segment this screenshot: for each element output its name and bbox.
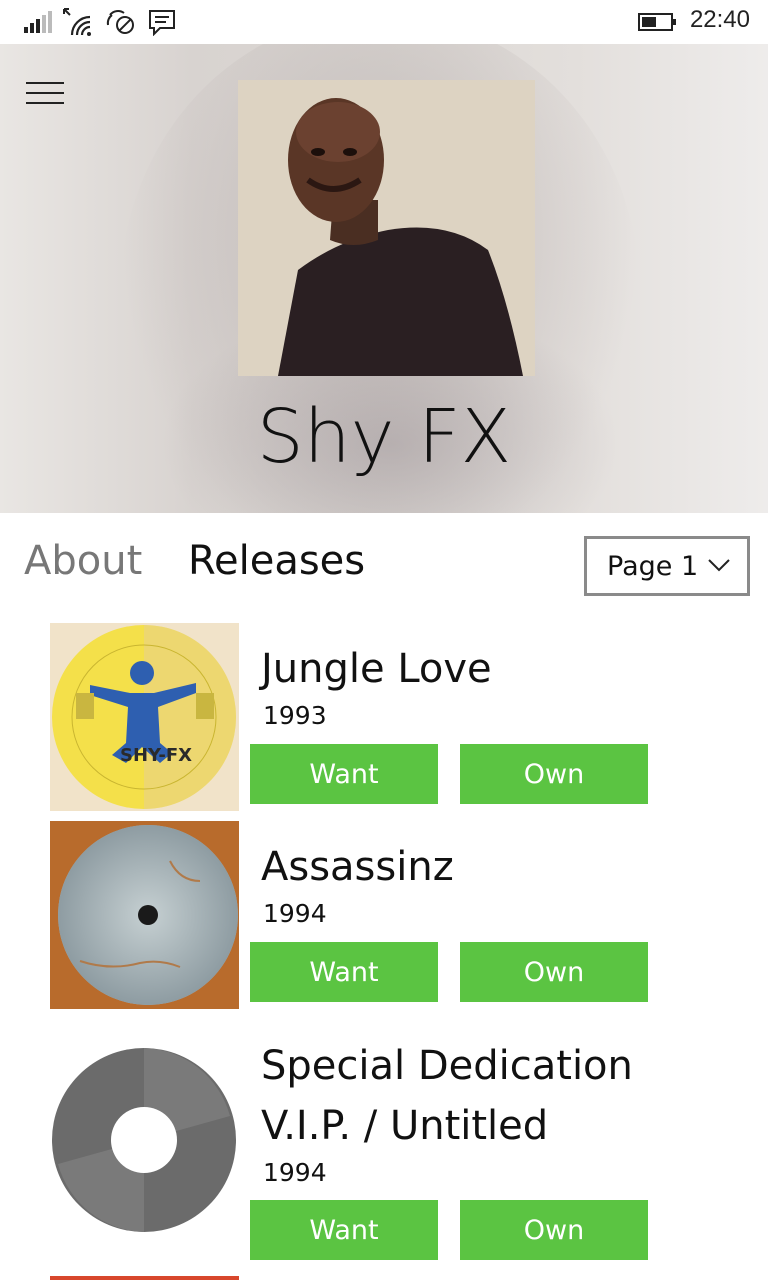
want-button[interactable]: Want xyxy=(250,1200,438,1260)
artist-name: Shy FX xyxy=(256,394,512,480)
page-dropdown-value: Page 1 xyxy=(607,551,699,582)
svg-text:SHY-FX: SHY-FX xyxy=(120,745,192,766)
release-title-line2: V.I.P. / Untitled xyxy=(261,1103,549,1149)
message-icon xyxy=(148,4,176,40)
next-release-cover xyxy=(50,1276,239,1280)
signal-icon xyxy=(24,4,52,40)
release-year: 1994 xyxy=(263,899,327,928)
release-title: Assassinz xyxy=(261,844,454,890)
release-year: 1994 xyxy=(263,1158,327,1187)
chevron-down-icon xyxy=(707,557,731,576)
battery-icon xyxy=(638,4,678,40)
status-bar: 22:40 xyxy=(0,0,768,44)
release-title: Jungle Love xyxy=(261,646,492,692)
hamburger-icon[interactable] xyxy=(26,80,66,108)
quiet-hours-icon xyxy=(106,4,136,40)
want-button[interactable]: Want xyxy=(250,744,438,804)
artist-header: Shy FX xyxy=(0,44,768,513)
release-cover xyxy=(50,821,239,1009)
own-button[interactable]: Own xyxy=(460,942,648,1002)
release-year: 1993 xyxy=(263,701,327,730)
want-button[interactable]: Want xyxy=(250,942,438,1002)
tab-releases[interactable]: Releases xyxy=(188,538,365,584)
artist-photo xyxy=(238,80,535,376)
release-cover: SHY-FX xyxy=(50,623,239,811)
page-dropdown[interactable]: Page 1 xyxy=(584,536,750,596)
release-title-line1: Special Dedication xyxy=(261,1043,633,1089)
wifi-icon xyxy=(62,4,94,40)
tab-about[interactable]: About xyxy=(24,538,142,584)
own-button[interactable]: Own xyxy=(460,744,648,804)
own-button[interactable]: Own xyxy=(460,1200,648,1260)
vinyl-placeholder-icon xyxy=(50,1046,239,1234)
clock-time: 22:40 xyxy=(689,6,750,33)
